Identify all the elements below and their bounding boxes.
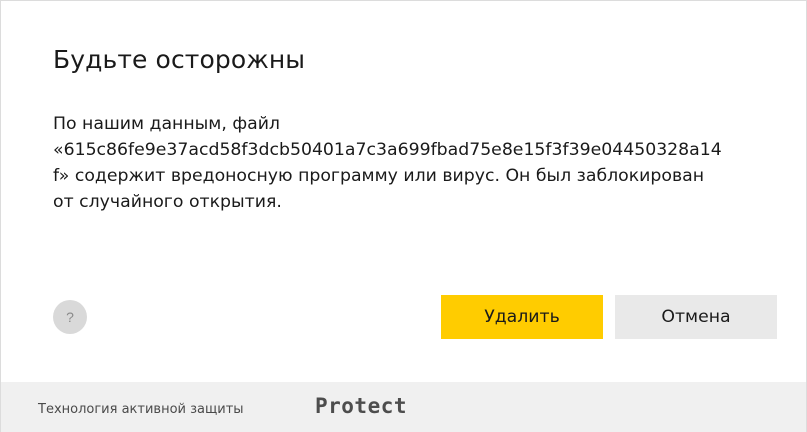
delete-button[interactable]: Удалить xyxy=(441,295,603,339)
message-line: По нашим данным, файл xyxy=(53,114,280,134)
warning-dialog: Будьте осторожны По нашим данным, файл «… xyxy=(0,0,807,432)
message-line: от случайного открытия. xyxy=(53,192,282,212)
cancel-button[interactable]: Отмена xyxy=(615,295,777,339)
dialog-message: По нашим данным, файл «615c86fe9e37acd58… xyxy=(53,111,775,215)
footer-text: Технология активной защиты xyxy=(38,402,244,417)
dialog-footer: Технология активной защиты Protect xyxy=(1,382,806,432)
message-line: «615c86fe9e37acd58f3dcb50401a7c3a699fbad… xyxy=(53,140,722,160)
question-mark-icon: ? xyxy=(66,309,74,325)
message-line: f» содержит вредоносную программу или ви… xyxy=(53,166,705,186)
protect-logo: Protect xyxy=(315,394,408,418)
help-button[interactable]: ? xyxy=(53,300,87,334)
dialog-title: Будьте осторожны xyxy=(53,45,306,74)
